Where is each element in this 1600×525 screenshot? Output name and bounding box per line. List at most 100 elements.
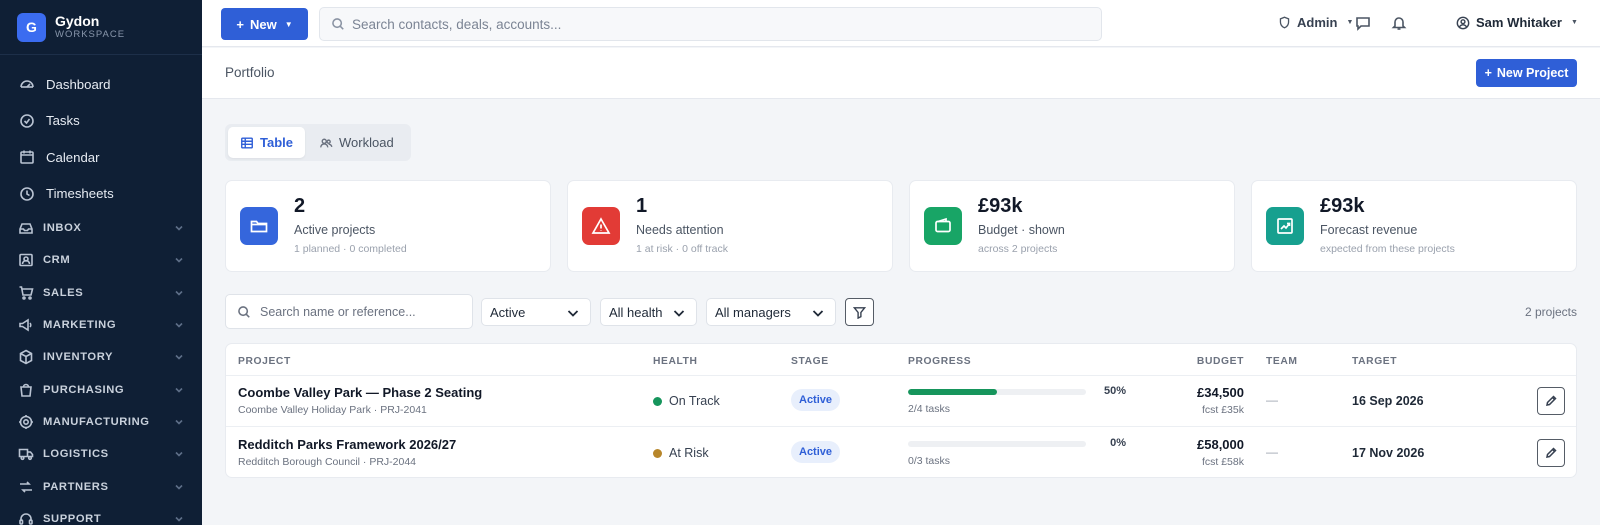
stat-card-forecast-revenue: £93k Forecast revenue expected from thes… <box>1251 180 1577 272</box>
caret-down-icon: ▼ <box>1570 19 1578 26</box>
chevron-down-icon <box>175 387 183 393</box>
sidebar-item-calendar[interactable]: Calendar <box>0 139 202 176</box>
column-header-stage[interactable]: STAGE <box>791 356 829 367</box>
sidebar-group-inventory[interactable]: INVENTORY <box>0 341 202 373</box>
pencil-icon <box>1546 395 1557 406</box>
new-button-label: New <box>249 16 277 32</box>
global-search-input[interactable]: Search contacts, deals, accounts... <box>319 7 1102 41</box>
project-search-input[interactable]: Search name or reference... <box>225 294 473 329</box>
sidebar-group-partners[interactable]: PARTNERS <box>0 470 202 502</box>
tab-workload[interactable]: Workload <box>305 127 408 158</box>
sidebar-group-support[interactable]: SUPPORT <box>0 503 202 525</box>
column-header-target[interactable]: TARGET <box>1352 356 1397 367</box>
view-toggle: Table Workload <box>225 124 411 161</box>
budget-value: £34,500 <box>1197 385 1244 400</box>
tab-table[interactable]: Table <box>228 127 305 158</box>
projects-table: PROJECT HEALTH STAGE PROGRESS BUDGET TEA… <box>225 343 1577 478</box>
dashboard-icon <box>20 80 34 89</box>
column-header-team[interactable]: TEAM <box>1266 356 1298 367</box>
sidebar-group-label: MANUFACTURING <box>43 415 150 428</box>
sidebar-item-tasks[interactable]: Tasks <box>0 103 202 140</box>
stat-sub: across 2 projects <box>978 243 1058 255</box>
topbar: + New ▼ Search contacts, deals, accounts… <box>202 0 1600 47</box>
role-menu[interactable]: Admin ▼ <box>1278 15 1353 30</box>
edit-button[interactable] <box>1537 387 1565 415</box>
status-select[interactable]: Active <box>481 298 591 326</box>
stat-value: £93k <box>978 195 1023 217</box>
user-name: Sam Whitaker <box>1476 15 1562 30</box>
sidebar-group-label: CRM <box>43 254 71 267</box>
sidebar-group-label: PURCHASING <box>43 383 125 396</box>
new-project-label: New Project <box>1496 66 1569 80</box>
sidebar-group-label: LOGISTICS <box>43 448 109 461</box>
edit-button[interactable] <box>1537 439 1565 467</box>
sidebar-group-manufacturing[interactable]: MANUFACTURING <box>0 406 202 438</box>
new-button[interactable]: + New ▼ <box>221 8 308 40</box>
sidebar-group-label: PARTNERS <box>43 480 109 493</box>
plus-icon: + <box>236 16 244 32</box>
health-select[interactable]: All health <box>600 298 697 326</box>
column-header-health[interactable]: HEALTH <box>653 356 698 367</box>
tab-label: Table <box>260 135 293 150</box>
sidebar-group-logistics[interactable]: LOGISTICS <box>0 438 202 470</box>
column-header-progress[interactable]: PROGRESS <box>908 356 971 367</box>
card-icon-bg <box>924 207 962 245</box>
column-header-project[interactable]: PROJECT <box>238 356 291 367</box>
page-title: Portfolio <box>225 65 275 80</box>
warning-icon <box>591 217 611 234</box>
calendar-icon <box>20 150 34 165</box>
sidebar-group-sales[interactable]: SALES <box>0 277 202 309</box>
table-row[interactable]: Coombe Valley Park — Phase 2 Seating Coo… <box>226 376 1576 427</box>
sidebar-group-purchasing[interactable]: PURCHASING <box>0 373 202 405</box>
megaphone-icon <box>19 318 32 332</box>
manager-select[interactable]: All managers <box>706 298 836 326</box>
stat-value: £93k <box>1320 195 1365 217</box>
new-project-button[interactable]: + New Project <box>1476 59 1577 87</box>
advanced-filter-button[interactable] <box>845 298 874 326</box>
brand-subtitle: WORKSPACE <box>55 28 126 40</box>
health-status: On Track <box>653 394 720 408</box>
chevron-down-icon <box>567 310 579 317</box>
brand-name: Gydon <box>55 12 100 29</box>
sidebar-group-marketing[interactable]: MARKETING <box>0 309 202 341</box>
sidebar-group-crm[interactable]: CRM <box>0 244 202 276</box>
sidebar-item-label: Dashboard <box>46 76 111 92</box>
health-status: At Risk <box>653 446 709 460</box>
brand[interactable]: G Gydon WORKSPACE <box>0 0 202 55</box>
health-label: On Track <box>669 394 720 408</box>
health-select-value: All health <box>609 304 663 320</box>
sidebar-group-inbox[interactable]: INBOX <box>0 212 202 244</box>
funnel-icon <box>853 306 866 319</box>
progress-percent: 50% <box>1103 385 1126 397</box>
user-avatar-icon <box>1456 16 1470 29</box>
sidebar-item-timesheets[interactable]: Timesheets <box>0 176 202 213</box>
project-name[interactable]: Coombe Valley Park — Phase 2 Seating <box>238 385 482 400</box>
progress-bar <box>908 389 1086 395</box>
chat-icon[interactable] <box>1355 15 1371 31</box>
plus-icon: + <box>1484 66 1492 80</box>
sidebar-item-label: Calendar <box>46 149 100 165</box>
chevron-down-icon <box>175 452 183 457</box>
column-header-budget[interactable]: BUDGET <box>1197 356 1244 367</box>
health-label: At Risk <box>669 446 709 460</box>
chevron-down-icon <box>175 516 183 522</box>
project-name[interactable]: Redditch Parks Framework 2026/27 <box>238 437 456 452</box>
table-row[interactable]: Redditch Parks Framework 2026/27 Redditc… <box>226 428 1576 477</box>
project-count: 2 projects <box>1524 305 1577 319</box>
card-icon-bg <box>1266 207 1304 245</box>
sidebar-group-label: INVENTORY <box>43 351 114 364</box>
tasks-icon <box>20 113 34 128</box>
role-label: Admin <box>1297 15 1338 30</box>
bell-icon[interactable] <box>1391 15 1407 31</box>
search-icon <box>332 18 344 30</box>
table-icon <box>241 136 253 149</box>
project-search-placeholder: Search name or reference... <box>260 304 416 319</box>
sidebar-item-dashboard[interactable]: Dashboard <box>0 66 202 103</box>
user-menu[interactable]: Sam Whitaker ▼ <box>1456 15 1578 30</box>
stat-label: Forecast revenue <box>1320 223 1418 237</box>
forecast-value: fcst £58k <box>1201 456 1244 468</box>
team-value: — <box>1266 393 1278 407</box>
caret-down-icon: ▼ <box>1346 19 1354 26</box>
card-icon-bg <box>582 207 620 245</box>
stage-badge: Active <box>791 441 841 463</box>
